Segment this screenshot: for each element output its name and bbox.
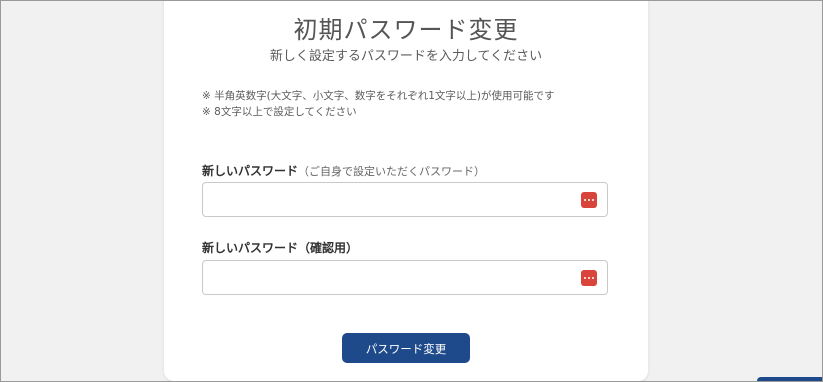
password-key-icon[interactable]: [581, 270, 597, 286]
new-password-label: 新しいパスワード（ご自身で設定いただくパスワード）: [202, 162, 485, 179]
password-rule-charset: ※ 半角英数字(大文字、小文字、数字をそれぞれ1文字以上)が使用可能です: [202, 90, 555, 102]
corner-accent: [757, 377, 823, 382]
new-password-hint: （ご自身で設定いただくパスワード）: [298, 165, 486, 178]
new-password-field[interactable]: [202, 182, 608, 217]
password-rule-length: ※ 8文字以上で設定してください: [202, 106, 357, 118]
confirm-password-input[interactable]: [203, 261, 583, 294]
password-rules: ※ 半角英数字(大文字、小文字、数字をそれぞれ1文字以上)が使用可能です ※ 8…: [202, 88, 555, 120]
page-title: 初期パスワード変更: [293, 16, 519, 44]
new-password-input[interactable]: [203, 183, 583, 216]
new-password-label-text: 新しいパスワード: [202, 164, 299, 178]
password-change-card: 初期パスワード変更 新しく設定するパスワードを入力してください ※ 半角英数字(…: [164, 0, 648, 381]
confirm-password-label: 新しいパスワード（確認用）: [202, 241, 359, 255]
change-password-button[interactable]: パスワード変更: [342, 333, 470, 363]
confirm-password-field[interactable]: [202, 260, 608, 295]
password-key-icon[interactable]: [581, 192, 597, 208]
page-subtitle: 新しく設定するパスワードを入力してください: [269, 49, 543, 64]
